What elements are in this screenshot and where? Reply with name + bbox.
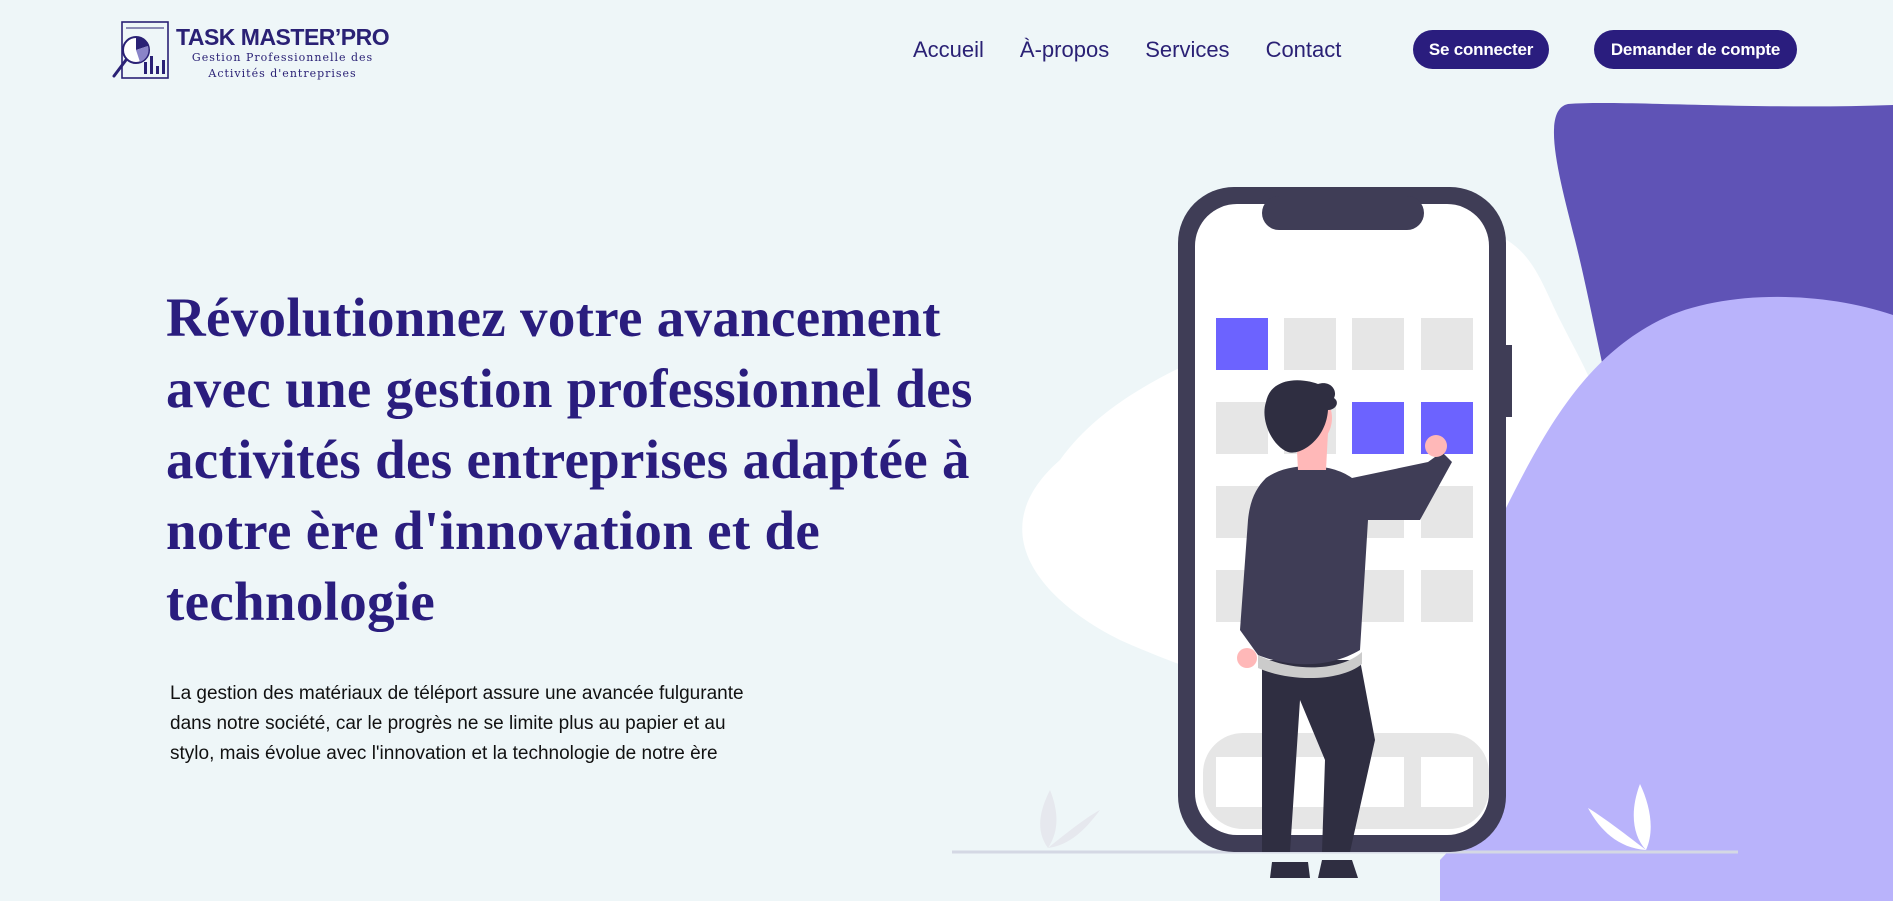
nav-link-services[interactable]: Services xyxy=(1145,37,1229,63)
plant-left xyxy=(1040,790,1100,848)
brand-title: TASK MASTER’PRO xyxy=(176,24,390,50)
plant-right xyxy=(1588,784,1651,850)
nav-link-accueil[interactable]: Accueil xyxy=(913,37,984,63)
phone-side-button xyxy=(1506,345,1512,417)
brand-subtitle-line2: Activités d'entreprises xyxy=(208,67,357,80)
dark-blob xyxy=(1553,103,1893,440)
nav-link-contact[interactable]: Contact xyxy=(1266,37,1342,63)
phone-notch xyxy=(1262,196,1424,230)
app-tile-grid xyxy=(1216,318,1473,622)
nav-link-a-propos[interactable]: À-propos xyxy=(1020,37,1109,63)
person-figure xyxy=(1237,380,1452,878)
hero-title: Révolutionnez votre avancement avec une … xyxy=(166,287,973,632)
phone-dock xyxy=(1203,733,1489,829)
logo-analytics-icon xyxy=(112,21,169,79)
brand-subtitle-line1: Gestion Professionnelle des xyxy=(191,51,374,64)
phone-screen xyxy=(1195,204,1489,835)
hero-description: La gestion des matériaux de téléport ass… xyxy=(170,683,744,764)
white-blob xyxy=(1022,230,1607,704)
phone-body xyxy=(1178,187,1506,852)
request-account-button[interactable]: Demander de compte xyxy=(1594,30,1797,69)
login-button[interactable]: Se connecter xyxy=(1413,30,1549,69)
light-blob xyxy=(1440,296,1893,901)
brand-logo[interactable]: TASK MASTER’PRO Gestion Professionnelle … xyxy=(110,20,390,86)
main-nav: Accueil À-propos Services Contact xyxy=(913,30,1377,70)
